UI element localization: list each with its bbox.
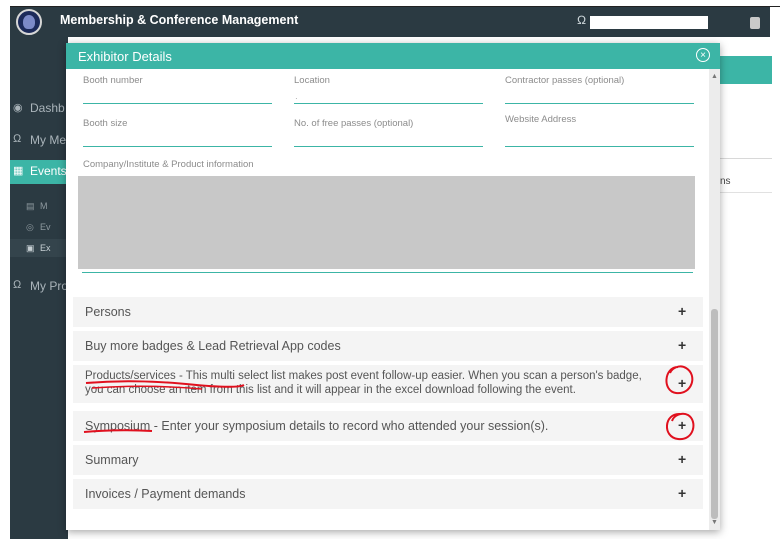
scroll-thumb[interactable]	[711, 309, 718, 519]
accordion-label: Symposium - Enter your symposium details…	[85, 419, 549, 433]
globe-icon: ◎	[26, 222, 34, 232]
company-info-label: Company/Institute & Product information	[83, 159, 254, 170]
accordion-label-secondary: you can choose an item from this list an…	[85, 384, 576, 396]
location-label: Location	[294, 75, 330, 86]
accordion-label: Buy more badges & Lead Retrieval App cod…	[85, 339, 341, 353]
scroll-up-arrow-icon[interactable]: ▲	[711, 73, 718, 80]
user-name-field[interactable]	[590, 16, 708, 29]
sidebar-item-profile[interactable]: Ω My Pro	[10, 275, 68, 297]
user-icon[interactable]: Ω	[577, 13, 586, 27]
close-icon[interactable]: ×	[696, 48, 710, 62]
sidebar-item-membership[interactable]: Ω My Me	[10, 129, 68, 151]
sidebar-subitem-1[interactable]: ▤ M	[10, 197, 68, 215]
sidebar-subitem-2[interactable]: ◎ Ev	[10, 218, 68, 236]
location-value: ·	[295, 94, 298, 103]
accordion-label: Invoices / Payment demands	[85, 487, 246, 501]
accordion-symposium[interactable]: Symposium - Enter your symposium details…	[73, 411, 703, 441]
sidebar-subitem-exhibitors[interactable]: ▣ Ex	[10, 239, 68, 257]
accordion-persons[interactable]: Persons +	[73, 297, 703, 327]
accordion-badges[interactable]: Buy more badges & Lead Retrieval App cod…	[73, 331, 703, 361]
booth-size-input[interactable]	[83, 146, 272, 147]
accordion-products-services[interactable]: Products/services - This multi select li…	[73, 365, 703, 403]
scroll-down-arrow-icon[interactable]: ▼	[711, 519, 718, 526]
plus-icon[interactable]: +	[678, 337, 686, 353]
plus-icon[interactable]: +	[678, 485, 686, 501]
free-passes-label: No. of free passes (optional)	[294, 118, 414, 129]
free-passes-input[interactable]	[294, 146, 483, 147]
modal-scrollbar[interactable]: ▲ ▼	[709, 69, 720, 530]
plus-icon[interactable]: +	[678, 417, 686, 433]
company-info-underline	[82, 272, 693, 273]
notification-icon[interactable]	[750, 17, 760, 29]
plus-icon[interactable]: +	[678, 375, 686, 391]
list-icon: ▤	[26, 201, 35, 211]
app-logo	[16, 9, 42, 35]
website-label: Website Address	[505, 114, 577, 125]
user-icon: Ω	[13, 133, 22, 145]
booth-size-label: Booth size	[83, 118, 128, 129]
plus-icon[interactable]: +	[678, 451, 686, 467]
contractor-passes-input[interactable]	[505, 103, 694, 104]
database-icon: ▣	[26, 243, 35, 253]
booth-number-input[interactable]	[83, 103, 272, 104]
calendar-icon: ▦	[13, 165, 24, 177]
user-icon: Ω	[13, 279, 22, 291]
accordion-summary[interactable]: Summary +	[73, 445, 703, 475]
company-info-textarea[interactable]	[78, 176, 695, 269]
accordion-label: Summary	[85, 453, 139, 467]
accordion-invoices[interactable]: Invoices / Payment demands +	[73, 479, 703, 509]
app-header: Membership & Conference Management Ω	[10, 7, 770, 37]
accordion-label: Persons	[85, 305, 131, 319]
contractor-passes-label: Contractor passes (optional)	[505, 75, 625, 86]
website-input[interactable]	[505, 146, 694, 147]
plus-icon[interactable]: +	[678, 303, 686, 319]
sidebar-item-events[interactable]: ▦ Events	[10, 160, 68, 184]
modal-header: Exhibitor Details ×	[66, 43, 720, 69]
modal-title: Exhibitor Details	[78, 49, 172, 64]
accordion-label: Products/services - This multi select li…	[85, 370, 642, 382]
location-input[interactable]	[294, 103, 483, 104]
dashboard-icon: ◉	[13, 102, 23, 114]
app-title: Membership & Conference Management	[60, 13, 299, 27]
sidebar: ◉ Dashb Ω My Me ▦ Events ▤ M ◎ Ev ▣ Ex Ω…	[10, 37, 68, 539]
exhibitor-details-modal: Exhibitor Details × Booth number Locatio…	[66, 43, 720, 530]
background-truncated-text: ns	[720, 176, 731, 187]
booth-number-label: Booth number	[83, 75, 143, 86]
sidebar-item-dashboard[interactable]: ◉ Dashb	[10, 97, 68, 119]
